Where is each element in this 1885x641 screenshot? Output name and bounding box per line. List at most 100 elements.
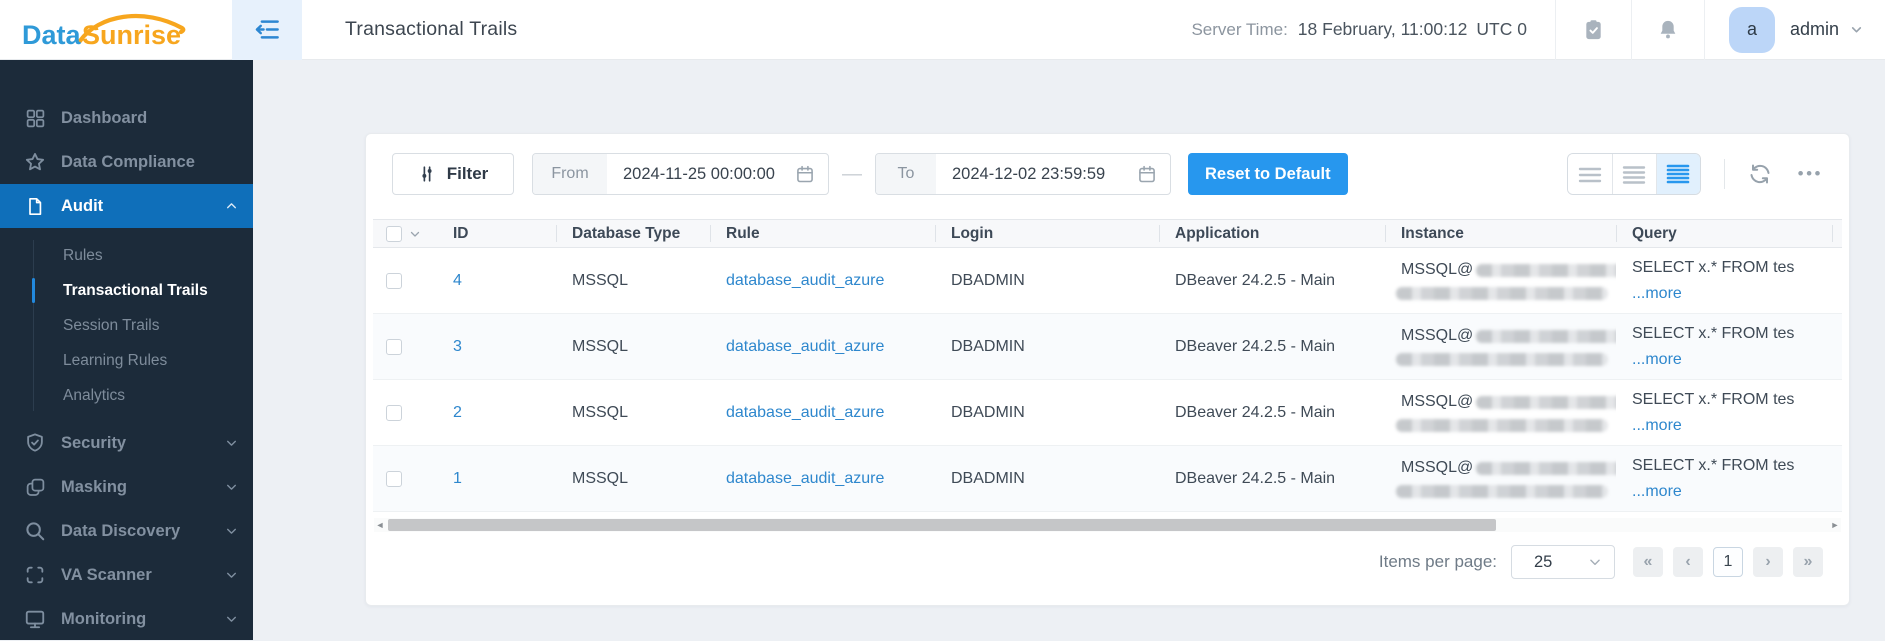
chevron-down-icon bbox=[225, 525, 238, 538]
next-page-button[interactable]: › bbox=[1753, 547, 1783, 577]
sidebar-subitem-session-trails[interactable]: Session Trails bbox=[0, 308, 253, 343]
filter-button[interactable]: Filter bbox=[392, 153, 514, 195]
sidebar-item-va-scanner[interactable]: VA Scanner bbox=[0, 553, 253, 597]
sidebar-item-data-compliance[interactable]: Data Compliance bbox=[0, 140, 253, 184]
query-text: SELECT x.* FROM tes bbox=[1632, 258, 1795, 276]
row-checkbox[interactable] bbox=[386, 272, 402, 289]
cell-overflow bbox=[1832, 380, 1848, 445]
login-value: DBADMIN bbox=[951, 337, 1025, 355]
density-compact-button[interactable] bbox=[1567, 154, 1612, 194]
column-header-application[interactable]: Application bbox=[1159, 220, 1385, 247]
select-all-checkbox[interactable] bbox=[386, 225, 402, 242]
cell-database-type: MSSQL bbox=[556, 446, 710, 511]
sidebar-item-audit[interactable]: Audit bbox=[0, 184, 253, 228]
rule-link[interactable]: database_audit_azure bbox=[726, 470, 884, 488]
cell-application: DBeaver 24.2.5 - Main bbox=[1159, 380, 1385, 445]
query-more-link[interactable]: ...more bbox=[1632, 483, 1682, 501]
sidebar-subitem-learning-rules[interactable]: Learning Rules bbox=[0, 343, 253, 378]
chevron-down-icon bbox=[225, 481, 238, 494]
column-header-database-type[interactable]: Database Type bbox=[556, 220, 710, 247]
sidebar-subitem-transactional-trails[interactable]: Transactional Trails bbox=[0, 273, 253, 308]
pagination-buttons: « ‹ 1 › » bbox=[1633, 547, 1823, 577]
density-medium-button[interactable] bbox=[1611, 154, 1656, 194]
column-header-id[interactable]: ID bbox=[437, 220, 556, 247]
bell-icon bbox=[1660, 20, 1676, 39]
sidebar-item-dashboard[interactable]: Dashboard bbox=[0, 96, 253, 140]
refresh-button[interactable] bbox=[1748, 162, 1772, 186]
notifications-button[interactable] bbox=[1632, 0, 1704, 60]
query-more-link[interactable]: ...more bbox=[1632, 285, 1682, 303]
cell-id: 4 bbox=[437, 248, 556, 313]
row-checkbox[interactable] bbox=[386, 470, 402, 487]
table-row: 4 MSSQL database_audit_azure DBADMIN DBeaver… bbox=[373, 248, 1842, 314]
sidebar-item-data-discovery[interactable]: Data Discovery bbox=[0, 509, 253, 553]
database-type-value: MSSQL bbox=[572, 469, 629, 487]
sidebar-item-security[interactable]: Security bbox=[0, 421, 253, 465]
last-page-button[interactable]: » bbox=[1793, 547, 1823, 577]
select-options-chevron-icon[interactable] bbox=[409, 228, 421, 240]
event-id-link[interactable]: 1 bbox=[453, 470, 462, 488]
column-header-query[interactable]: Query bbox=[1616, 220, 1832, 247]
date-from-input[interactable]: 2024-11-25 00:00:00 bbox=[607, 154, 795, 194]
column-header-login[interactable]: Login bbox=[935, 220, 1159, 247]
cell-rule: database_audit_azure bbox=[710, 314, 935, 379]
app-logo[interactable]: Data Sunrise bbox=[0, 0, 232, 60]
scroll-left-arrow-icon[interactable]: ◄ bbox=[374, 518, 386, 532]
date-to-field: To 2024-12-02 23:59:59 bbox=[875, 153, 1171, 195]
collapse-menu-icon bbox=[255, 20, 279, 39]
row-checkbox[interactable] bbox=[386, 404, 402, 421]
cell-database-type: MSSQL bbox=[556, 314, 710, 379]
row-density-toggle bbox=[1566, 153, 1701, 195]
items-per-page-select[interactable]: 25 bbox=[1511, 545, 1615, 579]
sidebar-collapse-button[interactable] bbox=[232, 0, 302, 60]
event-id-link[interactable]: 2 bbox=[453, 404, 462, 422]
login-value: DBADMIN bbox=[951, 469, 1025, 487]
chevron-down-icon bbox=[1588, 555, 1614, 569]
calendar-icon[interactable] bbox=[1137, 154, 1170, 194]
mask-icon bbox=[24, 476, 46, 498]
column-header-rule[interactable]: Rule bbox=[710, 220, 935, 247]
event-id-link[interactable]: 4 bbox=[453, 272, 462, 290]
scrollbar-thumb[interactable] bbox=[388, 519, 1496, 531]
query-more-link[interactable]: ...more bbox=[1632, 351, 1682, 369]
filter-button-label: Filter bbox=[446, 164, 489, 183]
prev-page-button[interactable]: ‹ bbox=[1673, 547, 1703, 577]
sidebar-item-monitoring[interactable]: Monitoring bbox=[0, 597, 253, 641]
user-name: admin bbox=[1789, 19, 1839, 39]
rule-link[interactable]: database_audit_azure bbox=[726, 338, 884, 356]
horizontal-scrollbar[interactable]: ◄ ► bbox=[374, 518, 1841, 532]
sidebar-subitem-rules[interactable]: Rules bbox=[0, 238, 253, 273]
rule-link[interactable]: database_audit_azure bbox=[726, 404, 884, 422]
date-to-input[interactable]: 2024-12-02 23:59:59 bbox=[936, 154, 1137, 194]
date-from-field: From 2024-11-25 00:00:00 bbox=[532, 153, 829, 195]
column-header-instance[interactable]: Instance bbox=[1385, 220, 1616, 247]
query-more-link[interactable]: ...more bbox=[1632, 417, 1682, 435]
cell-application: DBeaver 24.2.5 - Main bbox=[1159, 446, 1385, 511]
sidebar-item-masking[interactable]: Masking bbox=[0, 465, 253, 509]
scroll-right-arrow-icon[interactable]: ► bbox=[1829, 518, 1841, 532]
database-type-value: MSSQL bbox=[572, 403, 629, 421]
user-menu[interactable]: a admin bbox=[1705, 6, 1885, 53]
cell-rule: database_audit_azure bbox=[710, 380, 935, 445]
event-id-link[interactable]: 3 bbox=[453, 338, 462, 356]
sidebar: Dashboard Data Compliance Audit Rules Transa… bbox=[0, 60, 253, 640]
cell-application: DBeaver 24.2.5 - Main bbox=[1159, 314, 1385, 379]
row-checkbox[interactable] bbox=[386, 338, 402, 355]
cell-id: 1 bbox=[437, 446, 556, 511]
cell-instance: MSSQL@ bbox=[1385, 380, 1616, 445]
current-page-button[interactable]: 1 bbox=[1713, 547, 1743, 577]
chevron-down-icon bbox=[1850, 23, 1863, 36]
sidebar-subitem-analytics[interactable]: Analytics bbox=[0, 378, 253, 413]
rule-link[interactable]: database_audit_azure bbox=[726, 272, 884, 290]
first-page-button[interactable]: « bbox=[1633, 547, 1663, 577]
more-options-button[interactable]: ••• bbox=[1798, 164, 1823, 184]
calendar-icon[interactable] bbox=[795, 154, 828, 194]
tasks-button[interactable] bbox=[1556, 0, 1631, 60]
density-dense-button[interactable] bbox=[1655, 154, 1700, 194]
reset-to-default-button[interactable]: Reset to Default bbox=[1188, 153, 1348, 195]
date-to-label: To bbox=[876, 154, 936, 194]
grid-icon bbox=[24, 107, 46, 129]
date-from-label: From bbox=[533, 154, 607, 194]
row-select-cell bbox=[373, 380, 437, 445]
column-header-overflow bbox=[1832, 220, 1848, 247]
